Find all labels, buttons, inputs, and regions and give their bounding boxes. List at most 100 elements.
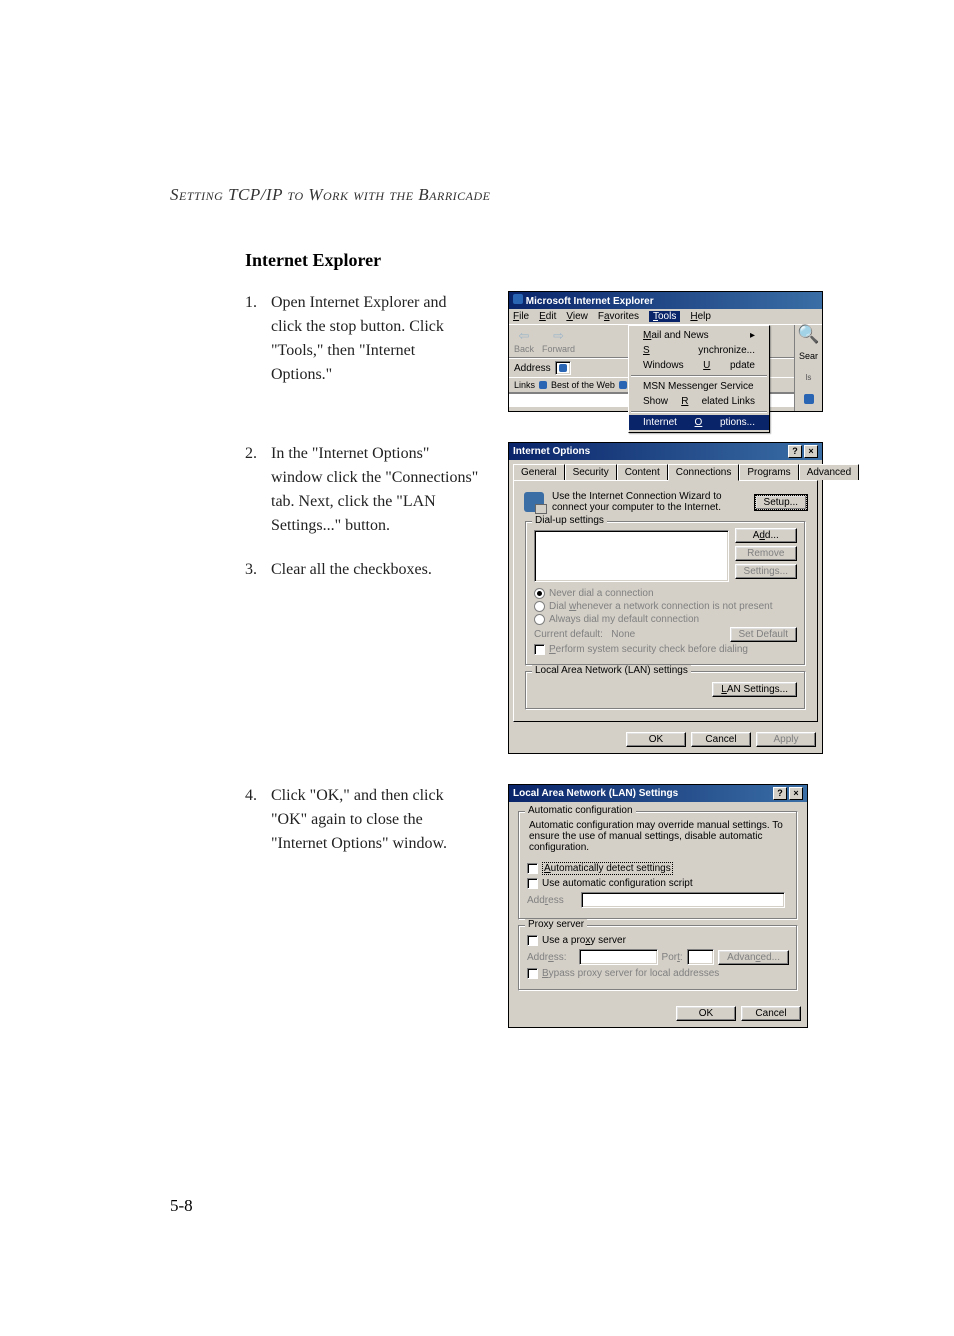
chk-use-script[interactable]: Use automatic configuration script — [527, 878, 789, 889]
chk-use-proxy[interactable]: Use a proxy server — [527, 935, 789, 946]
step-2-num: 2. — [245, 442, 271, 538]
lan-close-button[interactable]: × — [789, 787, 803, 800]
ie-icon — [513, 294, 523, 304]
lan-title: Local Area Network (LAN) Settings — [513, 788, 678, 799]
proxy-group: Proxy server Use a proxy server Address:… — [518, 925, 798, 991]
io-title: Internet Options — [513, 446, 590, 457]
page-number: 5-8 — [170, 1196, 193, 1216]
lan-settings-dialog: Local Area Network (LAN) Settings ?× Aut… — [508, 784, 808, 1028]
lan-settings-button[interactable]: LAN Settings... — [712, 682, 797, 697]
current-value: None — [611, 629, 635, 640]
proxy-advanced-button: Advanced... — [718, 950, 789, 965]
io-ok-button[interactable]: OK — [626, 732, 686, 747]
lan-titlebar: Local Area Network (LAN) Settings ?× — [509, 785, 807, 802]
step-2-text: In the "Internet Options" window click t… — [271, 442, 480, 538]
search-label: Sear — [799, 351, 818, 361]
lan-legend: Local Area Network (LAN) settings — [532, 665, 691, 676]
internet-options-dialog: Internet Options ?× General Security Con… — [508, 442, 823, 754]
address-field[interactable] — [555, 361, 571, 375]
menu-internet-options[interactable]: Internet Options... — [629, 415, 769, 430]
setup-button[interactable]: Setup... — [755, 495, 807, 510]
menu-mail-news[interactable]: Mail and News▸ — [629, 328, 769, 343]
step-4-num: 4. — [245, 784, 271, 856]
address-label: Address — [514, 363, 551, 374]
set-default-button: Set Default — [730, 627, 797, 642]
step-2: 2. In the "Internet Options" window clic… — [245, 442, 480, 538]
proxy-address-field — [579, 949, 658, 965]
io-cancel-button[interactable]: Cancel — [691, 732, 751, 747]
step-4-text: Click "OK," and then click "OK" again to… — [271, 784, 480, 856]
tab-programs[interactable]: Programs — [739, 464, 798, 480]
tab-connections[interactable]: Connections — [668, 464, 740, 481]
step-3-num: 3. — [245, 558, 271, 582]
wizard-text: Use the Internet Connection Wizard to co… — [552, 491, 747, 513]
auto-legend: Automatic configuration — [525, 805, 636, 816]
step-3: 3. Clear all the checkboxes. — [245, 558, 480, 582]
links-label: Links — [514, 380, 535, 390]
lan-cancel-button[interactable]: Cancel — [741, 1006, 801, 1021]
tab-content[interactable]: Content — [617, 464, 668, 480]
chk-auto-detect[interactable]: Automatically detect settings — [527, 862, 789, 875]
menu-synchronize[interactable]: Synchronize... — [629, 343, 769, 358]
io-tabs: General Security Content Connections Pro… — [509, 460, 822, 480]
back-button[interactable]: ⇦Back — [514, 328, 534, 354]
step-1: 1. Open Internet Explorer and click the … — [245, 291, 480, 387]
menu-favorites[interactable]: Favorites — [598, 311, 639, 322]
ie-titlebar: Microsoft Internet Explorer — [509, 292, 822, 309]
dialup-list[interactable] — [534, 530, 729, 582]
io-titlebar: Internet Options ?× — [509, 443, 822, 460]
lan-help-button[interactable]: ? — [773, 787, 787, 800]
ie-right-strip: 🔍 Sear ls — [794, 325, 822, 411]
menu-help[interactable]: Help — [690, 311, 711, 322]
menu-msn[interactable]: MSN Messenger Service — [629, 379, 769, 394]
links-item[interactable]: Best of the Web — [551, 380, 615, 390]
tab-general[interactable]: General — [513, 464, 565, 480]
menu-file[interactable]: File — [513, 311, 529, 322]
menu-view[interactable]: View — [566, 311, 588, 322]
proxy-address-label: Address: — [527, 952, 575, 963]
ie-title: Microsoft Internet Explorer — [526, 296, 654, 307]
tab-security[interactable]: Security — [565, 464, 617, 480]
link-icon — [539, 381, 547, 389]
dialup-group: Dial-up settings Add... Remove Settings.… — [525, 521, 806, 666]
tab-advanced[interactable]: Advanced — [799, 464, 859, 480]
help-button[interactable]: ? — [788, 445, 802, 458]
menu-edit[interactable]: Edit — [539, 311, 556, 322]
close-button[interactable]: × — [804, 445, 818, 458]
menu-windows-update[interactable]: Windows Update — [629, 358, 769, 373]
section-title: Internet Explorer — [245, 250, 834, 271]
tools-menu: Mail and News▸ Synchronize... Windows Up… — [628, 325, 770, 433]
proxy-port-field — [687, 949, 715, 965]
step-1-text: Open Internet Explorer and click the sto… — [271, 291, 480, 387]
chk-bypass: Bypass proxy server for local addresses — [527, 968, 789, 979]
add-button[interactable]: Add... — [735, 528, 797, 543]
step-4: 4. Click "OK," and then click "OK" again… — [245, 784, 480, 856]
forward-button[interactable]: ⇨Forward — [542, 328, 575, 354]
radio-dial-whenever: Dial whenever a network connection is no… — [534, 601, 797, 612]
lan-ok-button[interactable]: OK — [676, 1006, 736, 1021]
ie-menubar: File Edit View Favorites Tools Help — [509, 309, 822, 324]
menu-related-links[interactable]: Show Related Links — [629, 394, 769, 409]
dialup-legend: Dial-up settings — [532, 515, 607, 526]
search-icon[interactable]: 🔍 — [797, 329, 819, 339]
proxy-port-label: Port: — [662, 952, 683, 963]
settings-button: Settings... — [735, 564, 797, 579]
step-1-num: 1. — [245, 291, 271, 387]
step-3-text: Clear all the checkboxes. — [271, 558, 480, 582]
lan-group: Local Area Network (LAN) settings LAN Se… — [525, 671, 806, 710]
current-label: Current default: — [534, 629, 603, 640]
e-icon-small — [804, 394, 814, 404]
io-apply-button: Apply — [756, 732, 816, 747]
auto-config-group: Automatic configuration Automatic config… — [518, 811, 798, 920]
page-header: Setting TCP/IP to Work with the Barricad… — [170, 185, 834, 205]
script-address-field — [581, 892, 785, 908]
chk-perform: Perform system security check before dia… — [534, 644, 797, 655]
radio-always: Always dial my default connection — [534, 614, 797, 625]
script-address-label: Address — [527, 895, 577, 906]
wizard-icon — [524, 492, 544, 512]
auto-desc: Automatic configuration may override man… — [527, 818, 789, 859]
proxy-legend: Proxy server — [525, 919, 587, 930]
link-icon-2 — [619, 381, 627, 389]
menu-tools[interactable]: Tools — [649, 311, 680, 322]
remove-button: Remove — [735, 546, 797, 561]
